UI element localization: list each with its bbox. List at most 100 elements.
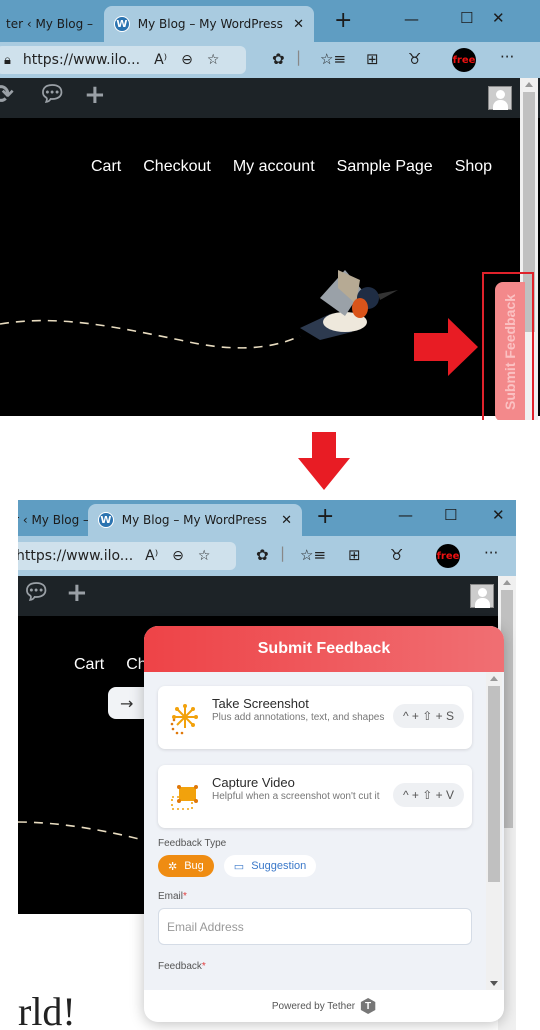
add-favorite-icon[interactable]: ☆ [207,52,220,68]
widget-header: Submit Feedback [144,626,504,672]
bird-illustration [300,270,398,340]
required-mark: * [201,961,206,972]
toolbar-divider: | [296,48,302,66]
address-bar[interactable]: https://www.ilo... A⁾ ⊖ ☆ [18,542,236,570]
feedback-label: Feedback* [158,961,472,972]
new-tab-button[interactable]: + [316,504,334,529]
widget-footer: Powered by Tether T [144,990,504,1022]
feedback-type-label: Feedback Type [158,838,227,849]
wp-admin-bar: ⟳ 💬︎ + [0,78,540,118]
close-tab-icon[interactable]: ✕ [293,17,304,32]
page-heading-fragment: rld! [18,989,76,1030]
close-window-button[interactable]: ✕ [492,9,505,27]
extensions-icon[interactable]: ✿ [272,50,285,68]
widget-body: Take Screenshot Plus add annotations, te… [144,672,486,990]
maximize-button[interactable]: ☐ [444,506,457,524]
option-description: Helpful when a screenshot won't cut it [212,791,380,802]
address-bar[interactable]: 🔒︎ https://www.ilo... A⁾ ⊖ ☆ [0,46,246,74]
browser-titlebar: ter ‹ My Blog – ✕ W My Blog – My WordPre… [18,500,516,536]
plus-icon[interactable]: + [66,578,88,608]
avatar[interactable] [488,86,512,110]
avatar[interactable] [470,584,494,608]
video-capture-icon [171,785,198,810]
browser-toolbar: 🔒︎ https://www.ilo... A⁾ ⊖ ☆ ✿ | ☆≡ ⊞ ♉︎… [0,42,540,78]
email-input[interactable] [158,908,472,945]
tab-label: ter ‹ My Blog – [6,17,94,31]
scroll-thumb[interactable] [488,686,500,882]
tab-label: My Blog – My WordPress Blo [121,513,271,527]
favorites-icon[interactable]: ☆≡ [300,546,326,564]
take-screenshot-option[interactable]: Take Screenshot Plus add annotations, te… [158,686,472,749]
minimize-button[interactable]: — [398,506,413,524]
minimize-button[interactable]: — [404,10,419,28]
browser-essentials-icon[interactable]: ♉︎ [390,546,403,564]
keyboard-shortcut-badge: ^ + ⇧ + S [392,704,464,728]
arrow-right-icon: → [120,693,134,713]
feedback-label-text: Feedback [158,961,202,972]
chip-label: Suggestion [251,860,307,872]
scroll-up-arrow[interactable] [525,82,533,87]
wordpress-icon: W [114,16,130,32]
read-aloud-icon[interactable]: A⁾ [154,52,167,68]
scroll-up-arrow[interactable] [503,580,511,585]
more-menu-icon[interactable]: ··· [484,544,498,562]
toolbar-divider: | [280,544,286,562]
plus-icon[interactable]: + [84,80,106,110]
email-label-text: Email [158,891,184,902]
comment-icon[interactable]: 💬︎ [38,82,66,107]
tab-label: My Blog – My WordPress Blo [137,17,283,31]
widget-title: Submit Feedback [257,640,391,657]
feedback-type-options: ✲ Bug ▭ Suggestion [158,855,472,877]
widget-scrollbar[interactable] [486,672,502,990]
dashed-flight-path [0,319,301,349]
dashed-flight-path [18,821,159,845]
browser-essentials-icon[interactable]: ♉︎ [408,50,421,68]
option-title: Take Screenshot [212,696,309,711]
scroll-down-arrow[interactable] [490,981,498,986]
annotation-highlight-box [482,272,534,420]
read-aloud-icon[interactable]: A⁾ [145,548,158,564]
keyboard-shortcut-badge: ^ + ⇧ + V [392,783,464,807]
annotation-arrow-down-icon [298,432,350,490]
screenshot-after: ter ‹ My Blog – ✕ W My Blog – My WordPre… [18,500,516,1030]
browser-tab-active[interactable]: W My Blog – My WordPress Blo ✕ [88,504,302,536]
wordpress-icon: W [98,512,114,528]
tab-label: ter ‹ My Blog – [18,513,90,527]
bug-chip[interactable]: ✲ Bug [158,855,214,877]
free-extension-icon[interactable]: free [452,48,476,72]
favorites-icon[interactable]: ☆≡ [320,50,346,68]
close-tab-icon[interactable]: ✕ [281,513,292,528]
option-description: Plus add annotations, text, and shapes [212,712,385,723]
add-favorite-icon[interactable]: ☆ [198,548,211,564]
annotation-arrow-right-icon [414,318,478,376]
feedback-widget: Submit Feedback Take Screenshot Plus add… [144,626,504,1022]
scroll-up-arrow[interactable] [490,676,498,681]
refresh-icon[interactable]: ⟳ [0,80,14,110]
comment-icon[interactable]: 💬︎ [22,580,50,605]
url-text: https://www.ilo... [22,52,141,68]
more-menu-icon[interactable]: ··· [500,48,514,66]
url-text: https://www.ilo... [18,548,134,564]
screenshot-icon [170,704,198,735]
wp-admin-bar: 💬︎ + [18,576,498,616]
collections-icon[interactable]: ⊞ [348,546,361,564]
zoom-out-icon[interactable]: ⊖ [172,548,184,564]
bug-icon: ✲ [168,860,178,873]
new-tab-button[interactable]: + [334,8,352,33]
capture-video-option[interactable]: Capture Video Helpful when a screenshot … [158,765,472,828]
collections-icon[interactable]: ⊞ [366,50,379,68]
browser-titlebar: ter ‹ My Blog – ✕ W My Blog – My WordPre… [0,0,540,42]
suggestion-chip[interactable]: ▭ Suggestion [223,855,317,877]
maximize-button[interactable]: ☐ [460,9,473,27]
browser-tab-active[interactable]: W My Blog – My WordPress Blo ✕ [104,6,314,42]
close-window-button[interactable]: ✕ [492,506,505,524]
zoom-out-icon[interactable]: ⊖ [181,52,193,68]
email-label: Email* [158,891,472,902]
lock-icon: 🔒︎ [4,52,11,68]
chip-label: Bug [184,860,204,872]
screenshot-before: ter ‹ My Blog – ✕ W My Blog – My WordPre… [0,0,540,420]
extensions-icon[interactable]: ✿ [256,546,269,564]
powered-by-text: Powered by Tether [271,1000,356,1012]
free-extension-icon[interactable]: free [436,544,460,568]
required-mark: * [183,891,187,902]
